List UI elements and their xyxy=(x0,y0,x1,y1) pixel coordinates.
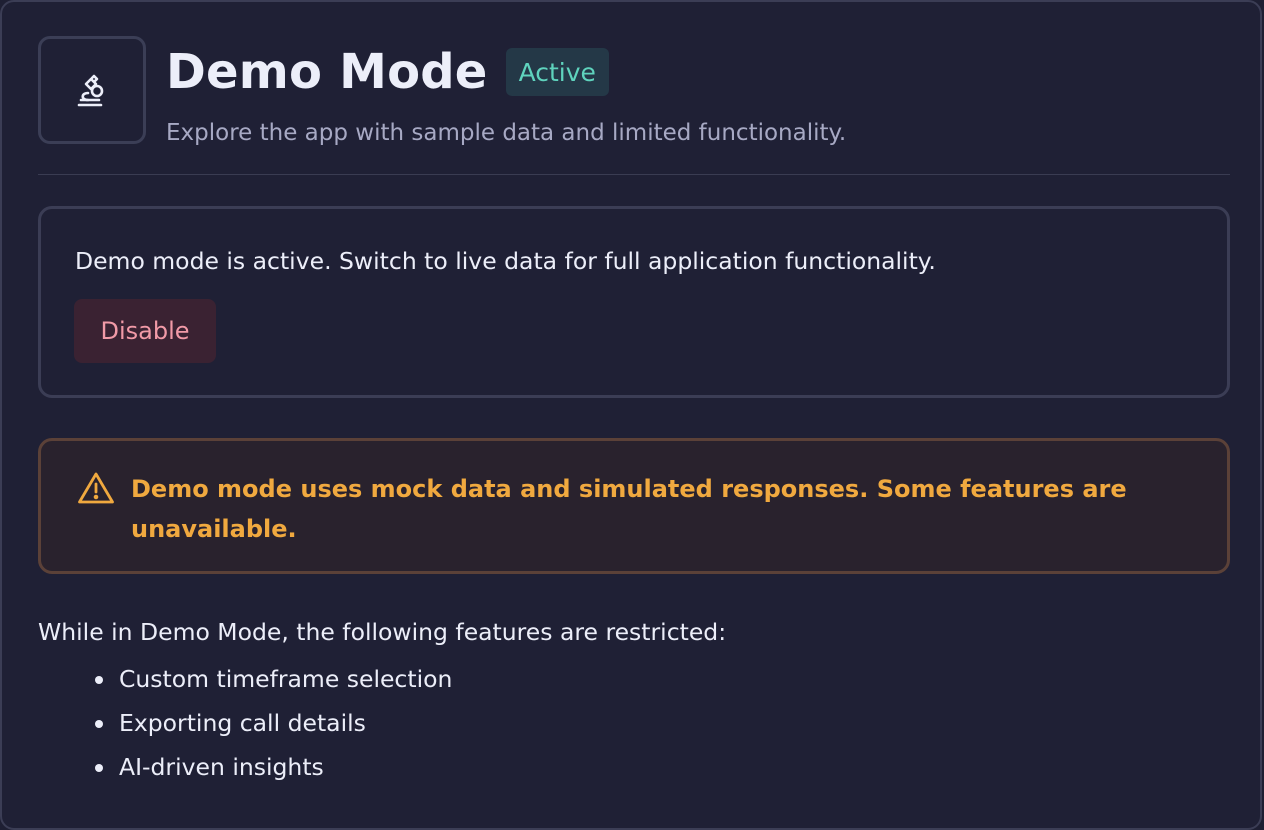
list-item: Custom timeframe selection xyxy=(82,660,452,704)
page-subtitle: Explore the app with sample data and lim… xyxy=(166,120,847,146)
list-item: Exporting call details xyxy=(82,704,452,748)
bullet xyxy=(95,764,103,772)
list-item-label: AI-driven insights xyxy=(119,753,324,781)
list-item: AI-driven insights xyxy=(82,748,452,792)
panel-header: Demo Mode Active Explore the app with sa… xyxy=(38,36,1230,175)
warning-triangle-icon xyxy=(78,472,114,504)
demo-mode-panel: Demo Mode Active Explore the app with sa… xyxy=(0,0,1262,830)
bullet xyxy=(95,676,103,684)
bullet xyxy=(95,720,103,728)
list-item-label: Custom timeframe selection xyxy=(119,665,453,693)
restrictions-intro: While in Demo Mode, the following featur… xyxy=(38,618,727,646)
demo-status-card: Demo mode is active. Switch to live data… xyxy=(38,206,1230,398)
title-row: Demo Mode Active xyxy=(166,42,609,102)
disable-demo-button[interactable]: Disable xyxy=(74,299,216,363)
warning-alert: Demo mode uses mock data and simulated r… xyxy=(38,438,1230,574)
microscope-icon xyxy=(38,36,146,144)
status-message: Demo mode is active. Switch to live data… xyxy=(75,247,936,275)
status-badge: Active xyxy=(505,48,609,96)
page-title: Demo Mode xyxy=(166,44,488,100)
warning-message: Demo mode uses mock data and simulated r… xyxy=(131,475,1127,543)
restrictions-list: Custom timeframe selection Exporting cal… xyxy=(82,660,452,792)
list-item-label: Exporting call details xyxy=(119,709,366,737)
